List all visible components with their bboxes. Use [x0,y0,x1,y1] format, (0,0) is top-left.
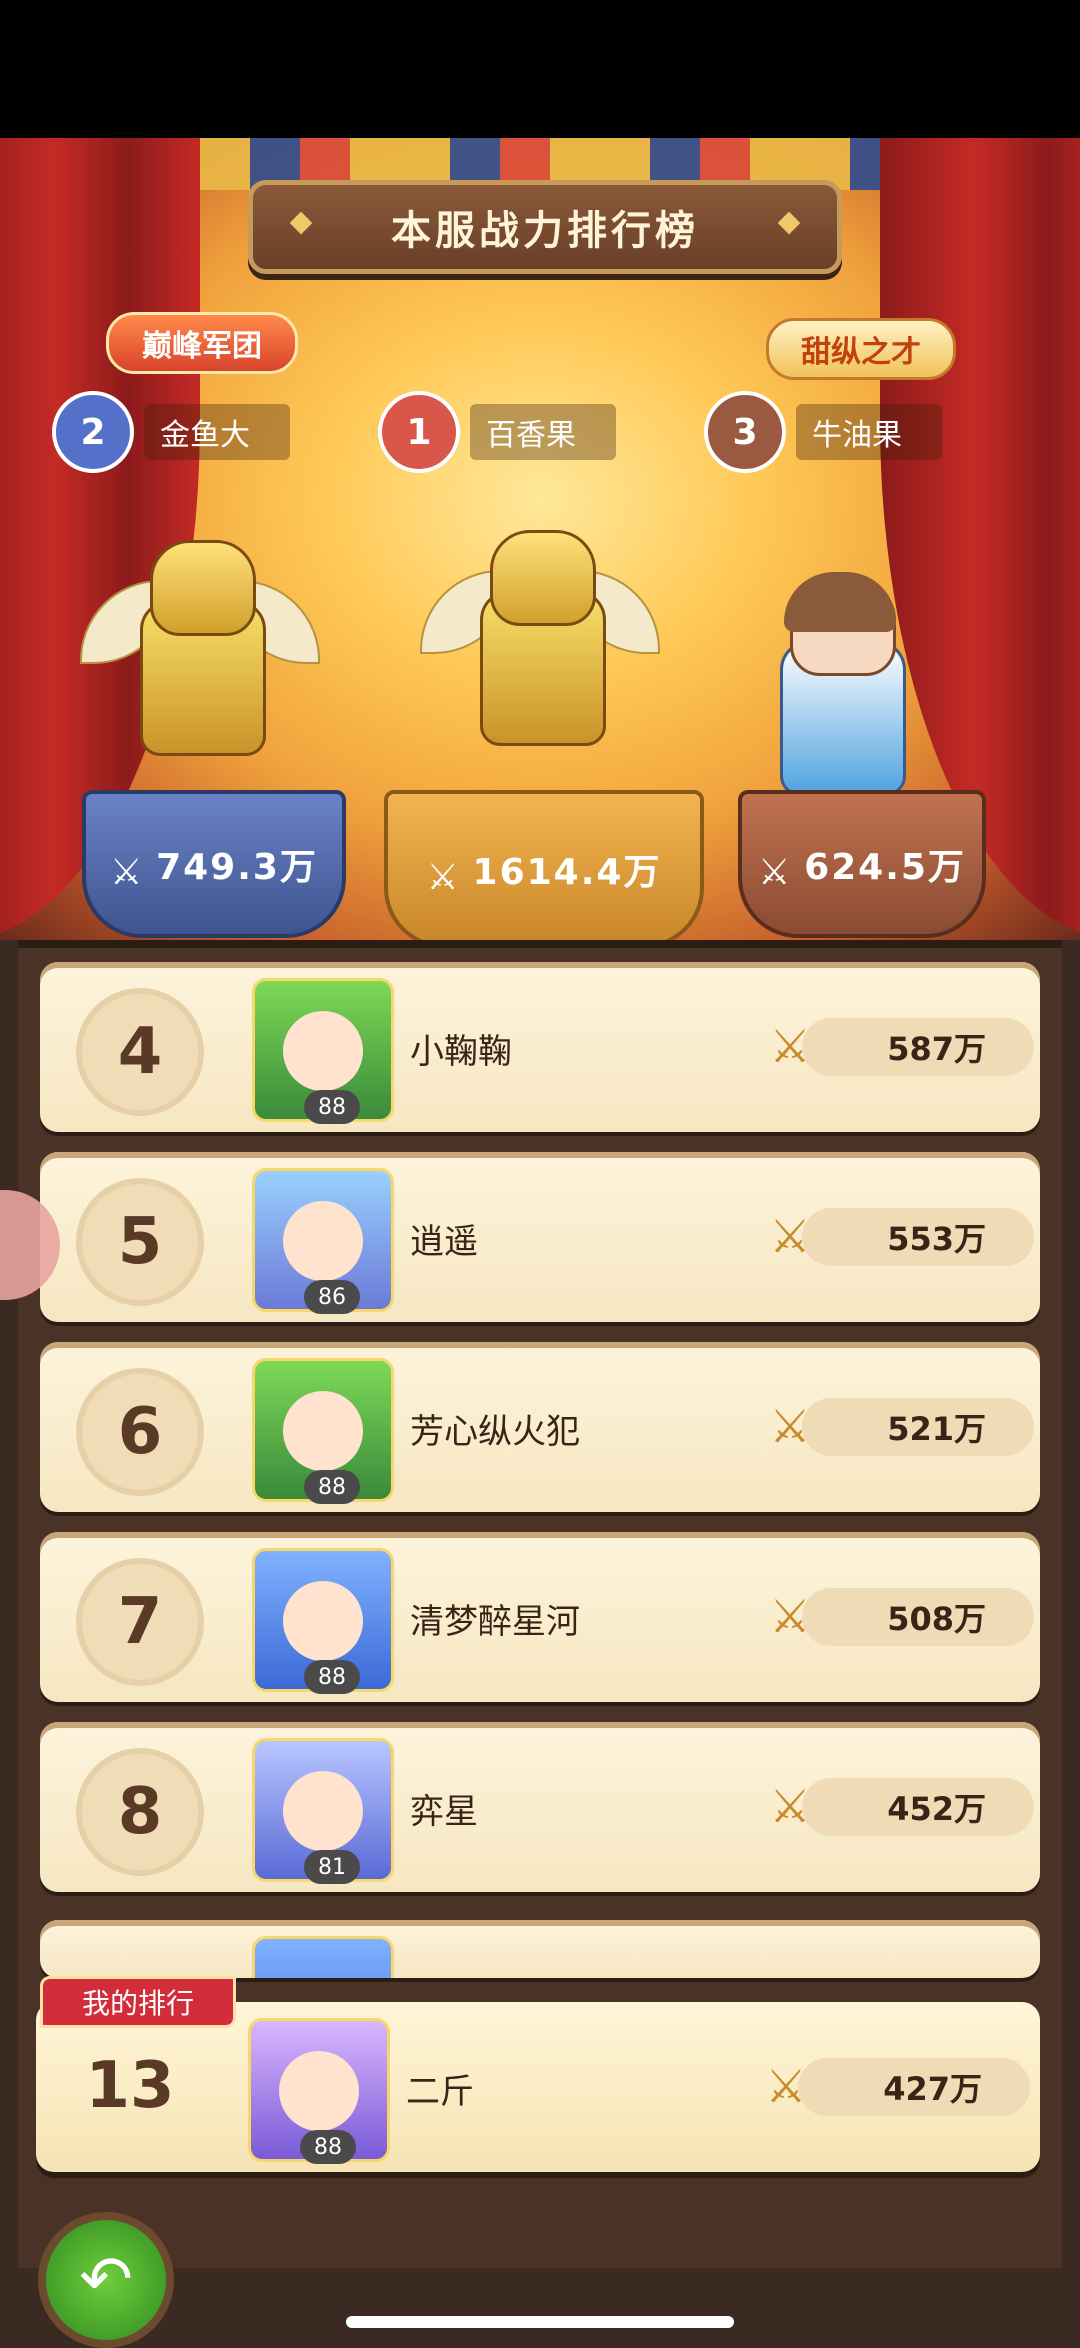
back-button[interactable]: ↶ [38,2212,174,2348]
podium-1: ⚔ 1614.4万 [384,790,704,948]
crossed-swords-icon: ⚔ [769,1589,811,1643]
crossed-swords-icon: ⚔ [769,1779,811,1833]
rank-number: 7 [76,1558,204,1686]
level-badge: 88 [300,2130,356,2164]
ranking-row-partial[interactable] [40,1920,1040,1978]
my-rank-row[interactable]: 我的排行 13 88 二斤 427万 ⚔ [36,1976,1040,2172]
hero-character-3[interactable] [740,572,940,820]
power-value: 427万 [798,2058,1030,2116]
player-name: 弈星 [410,1792,478,1832]
crossed-swords-icon: ⚔ [769,1209,811,1263]
crossed-swords-icon: ⚔ [765,2059,807,2113]
player-name: 二斤 [406,2072,474,2112]
crossed-swords-icon: ⚔ [426,857,461,898]
rank-number: 8 [76,1748,204,1876]
power-value: 553万 [802,1208,1034,1266]
power-value: 749.3万 [156,847,318,888]
page-title: 本服战力排行榜 [391,208,699,254]
top-rank-1[interactable]: 1 百香果 [378,391,616,473]
crossed-swords-icon: ⚔ [758,852,793,893]
rank-number: 13 [85,2049,175,2123]
hero-character-2[interactable] [80,540,320,780]
ranking-row[interactable]: 8 81 弈星 452万 ⚔ [40,1722,1040,1892]
player-name: 金鱼大 [144,404,290,460]
rank-number: 6 [76,1368,204,1496]
player-name: 百香果 [470,404,616,460]
sweet-badge: 甜纵之才 [766,318,956,380]
level-badge: 88 [304,1470,360,1504]
level-badge: 81 [304,1850,360,1884]
level-badge: 86 [304,1280,360,1314]
power-value: 508万 [802,1588,1034,1646]
ranking-row[interactable]: 6 88 芳心纵火犯 521万 ⚔ [40,1342,1040,1512]
gold-medal-icon: 1 [378,391,460,473]
player-name: 逍遥 [410,1222,478,1262]
team-badge: 巅峰军团 [106,312,298,374]
player-name: 芳心纵火犯 [410,1412,580,1452]
gem-icon [289,211,313,235]
podium-2: ⚔ 749.3万 [82,790,346,938]
level-badge: 88 [304,1090,360,1124]
ranking-row[interactable]: 4 88 小鞠鞠 587万 ⚔ [40,962,1040,1132]
player-name: 牛油果 [796,404,942,460]
bronze-medal-icon: 3 [704,391,786,473]
player-name: 清梦醉星河 [410,1602,580,1642]
power-value: 587万 [802,1018,1034,1076]
avatar[interactable] [252,1936,394,1978]
crossed-swords-icon: ⚔ [110,852,145,893]
power-value: 521万 [802,1398,1034,1456]
my-rank-content: 13 88 二斤 427万 ⚔ [36,2002,1040,2172]
level-badge: 88 [304,1660,360,1694]
silver-medal-icon: 2 [52,391,134,473]
crossed-swords-icon: ⚔ [769,1019,811,1073]
hero-character-1[interactable] [420,530,660,770]
home-indicator[interactable] [346,2316,734,2328]
ranking-row[interactable]: 5 86 逍遥 553万 ⚔ [40,1152,1040,1322]
top-rank-2[interactable]: 2 金鱼大 [52,391,290,473]
rank-number: 5 [76,1178,204,1306]
podium-3: ⚔ 624.5万 [738,790,986,938]
top-rank-3[interactable]: 3 牛油果 [704,391,942,473]
power-value: 624.5万 [804,847,966,888]
player-name: 小鞠鞠 [410,1032,512,1072]
power-value: 1614.4万 [472,852,662,893]
crossed-swords-icon: ⚔ [769,1399,811,1453]
rank-number: 4 [76,988,204,1116]
back-arrow-icon: ↶ [79,2243,133,2317]
leaderboard-title-board: 本服战力排行榜 [248,180,842,274]
power-value: 452万 [802,1778,1034,1836]
gem-icon [777,211,801,235]
status-bar [0,0,1080,138]
ranking-row[interactable]: 7 88 清梦醉星河 508万 ⚔ [40,1532,1040,1702]
